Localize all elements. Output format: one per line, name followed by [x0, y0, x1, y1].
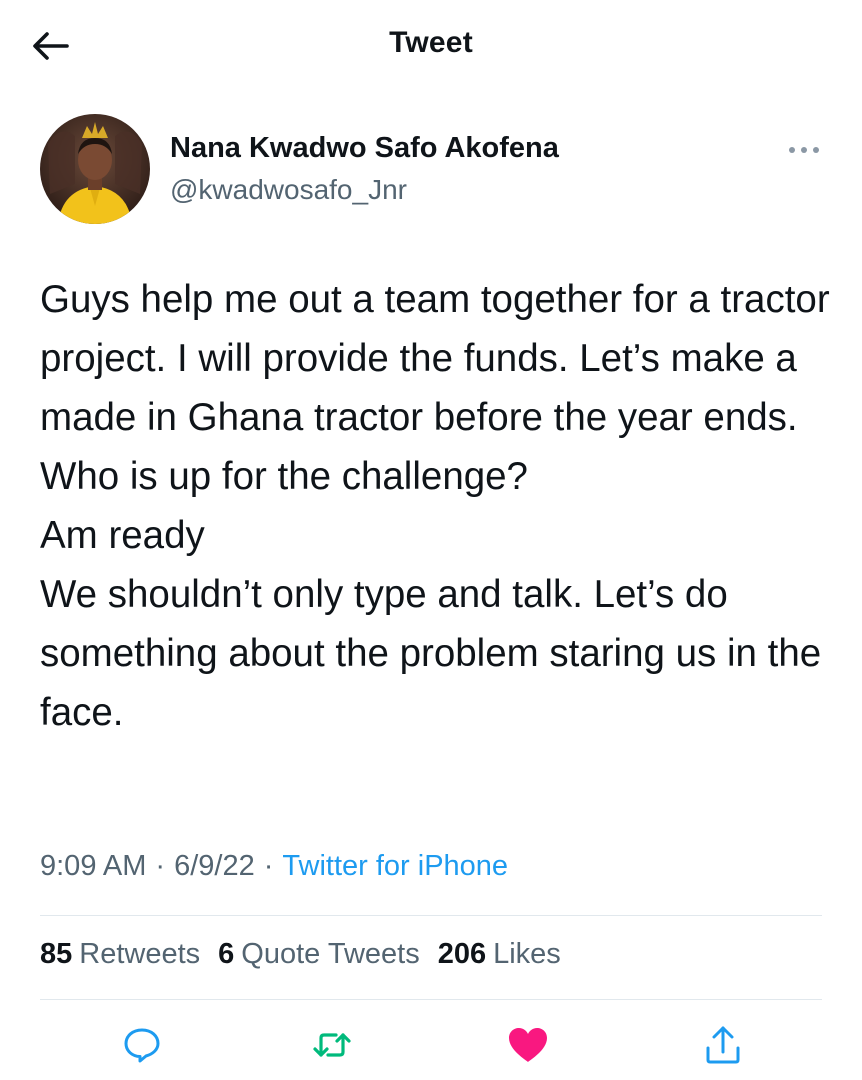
tweet-text: Guys help me out a team together for a t…: [40, 278, 830, 734]
avatar-image: [40, 114, 150, 224]
quote-tweets-count: 6: [218, 938, 235, 970]
tweet-meta: 9:09 AM · 6/9/22 · Twitter for iPhone: [40, 850, 508, 883]
like-button[interactable]: [503, 1020, 553, 1070]
retweets-label: Retweets: [79, 938, 201, 970]
divider: [40, 999, 822, 1000]
divider: [40, 915, 822, 916]
reply-button[interactable]: [117, 1020, 167, 1070]
meta-separator: ·: [263, 850, 274, 882]
heart-icon: [509, 1028, 547, 1062]
author-name[interactable]: Nana Kwadwo Safo Akofena: [170, 132, 559, 165]
meta-separator: ·: [155, 850, 166, 882]
reply-icon: [124, 1028, 160, 1063]
retweet-button[interactable]: [307, 1020, 357, 1070]
likes-stat[interactable]: 206 Likes: [438, 938, 561, 971]
share-button[interactable]: [698, 1020, 748, 1070]
tweet-time: 9:09 AM: [40, 850, 147, 882]
likes-label: Likes: [493, 938, 561, 970]
retweets-stat[interactable]: 85 Retweets: [40, 938, 200, 971]
share-icon: [706, 1026, 740, 1064]
likes-count: 206: [437, 938, 487, 970]
more-button[interactable]: [784, 138, 824, 162]
retweets-count: 85: [40, 938, 73, 970]
quote-tweets-stat[interactable]: 6 Quote Tweets: [218, 938, 420, 971]
top-bar: Tweet: [0, 0, 862, 92]
tweet-source-link[interactable]: Twitter for iPhone: [282, 850, 508, 882]
author-handle[interactable]: @kwadwosafo_Jnr: [170, 174, 407, 206]
quote-tweets-label: Quote Tweets: [241, 938, 420, 970]
tweet-date: 6/9/22: [174, 850, 255, 882]
avatar[interactable]: [40, 114, 150, 224]
tweet-stats: 85 Retweets 6 Quote Tweets 206 Likes: [40, 938, 579, 971]
retweet-icon: [313, 1033, 351, 1057]
more-dots-icon: [789, 147, 819, 153]
page-title: Tweet: [389, 26, 473, 59]
